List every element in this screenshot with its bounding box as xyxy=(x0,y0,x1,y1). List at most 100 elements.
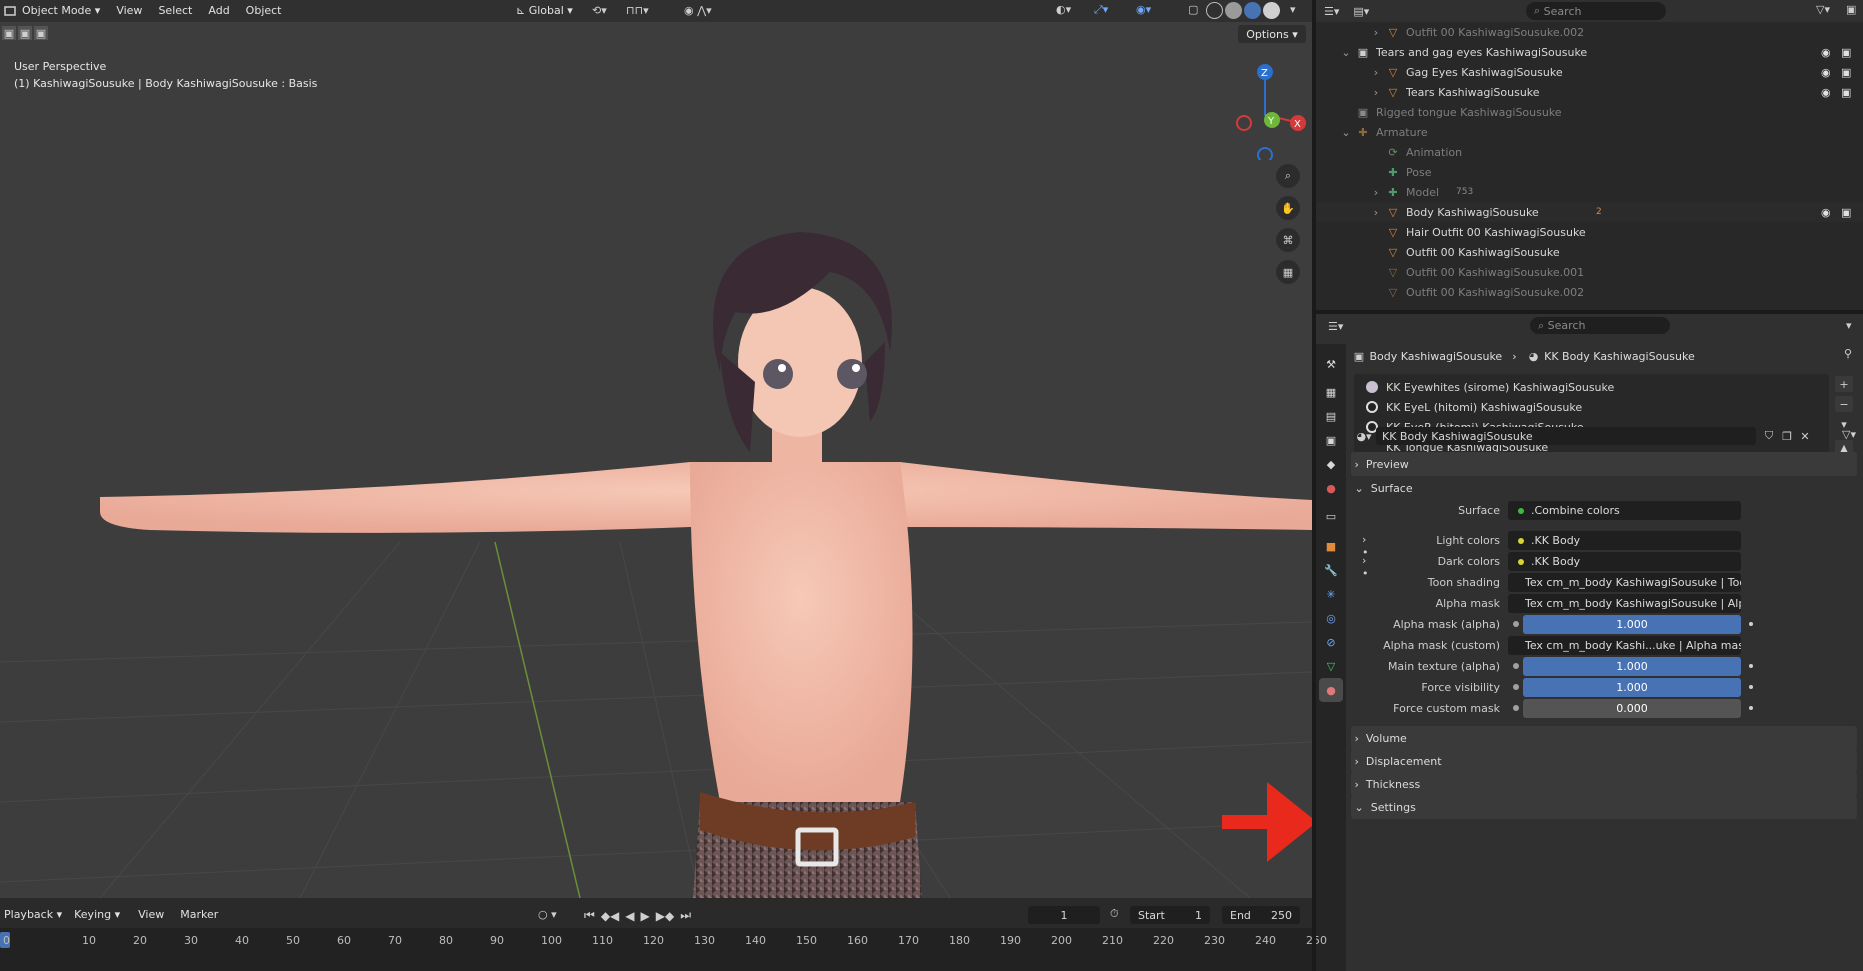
next-keyframe-icon[interactable]: ▶◆ xyxy=(656,909,674,923)
visibility-eye-icon[interactable]: ◉ xyxy=(1821,46,1831,59)
proportional-edit-icon[interactable]: ◉ ⋀▾ xyxy=(684,4,712,17)
pivot-icon[interactable]: ⟲▾ xyxy=(592,4,607,17)
view-layer-tab-icon[interactable]: ▣ xyxy=(1319,428,1343,452)
value-slider[interactable]: 0.000 xyxy=(1523,699,1741,718)
menu-add[interactable]: Add xyxy=(200,0,237,22)
material-slot-row[interactable]: KK EyeL (hitomi) KashiwagiSousuke xyxy=(1358,398,1815,416)
socket-dot-icon[interactable] xyxy=(1513,705,1519,711)
expand-chevron-icon[interactable]: › xyxy=(1370,186,1382,199)
render-camera-icon[interactable]: ▣ xyxy=(1841,46,1851,59)
outliner-row[interactable]: › ▽ Outfit 00 KashiwagiSousuke.002 xyxy=(1316,22,1863,42)
world-tab-icon[interactable]: ● xyxy=(1319,476,1343,500)
outliner-editor-icon[interactable]: ☰▾ xyxy=(1324,5,1339,18)
socket-dot-icon[interactable] xyxy=(1513,621,1519,627)
expand-chevron-icon[interactable]: › xyxy=(1370,206,1382,219)
menu-keying[interactable]: Keying ▾ xyxy=(66,904,128,926)
outliner-row[interactable]: › ▽ Body KashiwagiSousuke 2 ◉ ▣ xyxy=(1316,202,1863,222)
duplicate-material-icon[interactable]: ❐ xyxy=(1778,430,1796,443)
rendered-shading-icon[interactable] xyxy=(1263,2,1280,19)
start-frame-field[interactable]: Start 1 xyxy=(1130,906,1210,924)
current-frame-field[interactable]: 1 xyxy=(1028,906,1100,924)
outliner-row[interactable]: ✚ Pose xyxy=(1316,162,1863,182)
visibility-eye-icon[interactable]: ◉ xyxy=(1821,86,1831,99)
material-name-field[interactable]: KK Body KashiwagiSousuke xyxy=(1376,427,1756,445)
socket-dot-icon[interactable] xyxy=(1513,684,1519,690)
outliner-row[interactable]: ⌄ ▣ Tears and gag eyes KashiwagiSousuke ◉ ▣ xyxy=(1316,42,1863,62)
shading-dropdown-icon[interactable]: ▾ xyxy=(1290,3,1296,16)
outliner-search-input[interactable]: ⌕ Search xyxy=(1526,2,1666,20)
add-slot-icon[interactable]: + xyxy=(1835,376,1853,392)
end-frame-field[interactable]: End 250 xyxy=(1222,906,1300,924)
visibility-eye-icon[interactable]: ◉ xyxy=(1821,206,1831,219)
expand-chevron-icon[interactable]: ⌄ xyxy=(1340,46,1352,59)
browse-material-icon[interactable]: ◕▾ xyxy=(1352,430,1376,443)
overlay-icon[interactable]: ◉▾ xyxy=(1136,3,1151,16)
outliner-row[interactable]: ⟳ Animation xyxy=(1316,142,1863,162)
play-reverse-icon[interactable]: ◀ xyxy=(625,909,634,923)
select-box-icon[interactable]: ▣ xyxy=(2,26,16,40)
wireframe-shading-icon[interactable] xyxy=(1206,2,1223,19)
editor-type-icon[interactable] xyxy=(2,5,18,17)
properties-search-input[interactable]: ⌕ Search xyxy=(1530,317,1670,334)
select-extend-icon[interactable]: ▣ xyxy=(18,26,32,40)
panel-displacement[interactable]: › Displacement xyxy=(1351,749,1857,773)
jump-end-icon[interactable]: ⏭ xyxy=(680,908,691,923)
xray-icon[interactable]: ▢ xyxy=(1188,3,1198,16)
material-shading-icon[interactable] xyxy=(1244,2,1261,19)
pin-icon[interactable]: ⚲ xyxy=(1844,347,1852,360)
gizmo-toggle-icon[interactable]: ⤢▾ xyxy=(1094,3,1108,17)
remove-slot-icon[interactable]: − xyxy=(1835,396,1853,412)
display-mode-icon[interactable]: ▤▾ xyxy=(1353,5,1369,18)
menu-object[interactable]: Object xyxy=(238,0,290,22)
material-link-mode-icon[interactable]: ▽▾ xyxy=(1842,428,1856,441)
3d-viewport[interactable]: User Perspective (1) KashiwagiSousuke | … xyxy=(0,22,1312,898)
keyframe-dot-icon[interactable] xyxy=(1749,685,1753,689)
panel-thickness[interactable]: › Thickness xyxy=(1351,772,1857,796)
grid-ortho-icon[interactable]: ▦ xyxy=(1276,260,1300,284)
expand-chevron-icon[interactable]: › xyxy=(1370,86,1382,99)
new-collection-icon[interactable]: ▣ xyxy=(1846,3,1856,16)
value-slider[interactable]: 1.000 xyxy=(1523,678,1741,697)
expand-chevron-icon[interactable]: › xyxy=(1370,26,1382,39)
options-button[interactable]: Options ▾ xyxy=(1238,25,1306,43)
material-slot-row[interactable]: KK Eyewhites (sirome) KashiwagiSousuke xyxy=(1358,378,1815,396)
solid-shading-icon[interactable] xyxy=(1225,2,1242,19)
properties-options-icon[interactable]: ▾ xyxy=(1846,319,1852,332)
linked-node-field[interactable]: .KK Body xyxy=(1508,552,1741,571)
unlink-material-icon[interactable]: ✕ xyxy=(1796,430,1814,443)
output-tab-icon[interactable]: ▤ xyxy=(1319,404,1343,428)
panel-settings[interactable]: ⌄ Settings xyxy=(1351,795,1857,819)
visibility-eye-icon[interactable]: ◉ xyxy=(1821,66,1831,79)
frame-ruler[interactable]: 0 10 20 30 40 50 60 70 80 90 100 110 120 130 140 150 160… xyxy=(0,928,1327,971)
outliner-row[interactable]: › ▽ Gag Eyes KashiwagiSousuke ◉ ▣ xyxy=(1316,62,1863,82)
render-camera-icon[interactable]: ▣ xyxy=(1841,206,1851,219)
auto-key-icon[interactable]: ○ ▾ xyxy=(538,908,557,921)
zoom-icon[interactable]: ⌕ xyxy=(1276,164,1300,188)
select-subtract-icon[interactable]: ▣ xyxy=(34,26,48,40)
render-camera-icon[interactable]: ▣ xyxy=(1841,66,1851,79)
outliner-row[interactable]: ▽ Outfit 00 KashiwagiSousuke xyxy=(1316,242,1863,262)
scene-tab-icon[interactable]: ◆ xyxy=(1319,452,1343,476)
linked-node-field[interactable]: Tex cm_m_body Kashi...uke | Alpha mask (… xyxy=(1508,636,1741,655)
outliner-row[interactable]: ▽ Outfit 00 KashiwagiSousuke.002 xyxy=(1316,282,1863,302)
expand-chevron-icon[interactable]: ⌄ xyxy=(1340,126,1352,139)
menu-playback[interactable]: Playback ▾ xyxy=(0,904,66,926)
tool-tab-icon[interactable]: ⚒ xyxy=(1319,352,1343,376)
fake-user-icon[interactable]: ⛉ xyxy=(1760,429,1778,443)
linked-node-field[interactable]: .KK Body xyxy=(1508,531,1741,550)
outliner-row[interactable]: › ✚ Model 753 xyxy=(1316,182,1863,202)
menu-timeline-view[interactable]: View xyxy=(128,904,174,926)
mode-select[interactable]: Object Mode ▾ xyxy=(18,0,108,22)
expand-chevron-icon[interactable]: › xyxy=(1370,66,1382,79)
pan-hand-icon[interactable]: ✋ xyxy=(1276,196,1300,220)
linked-node-field[interactable]: .Combine colors xyxy=(1508,501,1741,520)
snap-icon[interactable]: ⊓⊓▾ xyxy=(626,4,649,17)
outliner-row[interactable]: ▣ Rigged tongue KashiwagiSousuke xyxy=(1316,102,1863,122)
panel-surface[interactable]: ⌄ Surface xyxy=(1351,476,1857,500)
render-camera-icon[interactable]: ▣ xyxy=(1841,86,1851,99)
prev-keyframe-icon[interactable]: ◆◀ xyxy=(601,909,619,923)
filter-icon[interactable]: ▽▾ xyxy=(1816,3,1830,16)
area-divider-vertical[interactable] xyxy=(1312,0,1316,971)
panel-preview[interactable]: › Preview xyxy=(1351,452,1857,476)
visibility-icon[interactable]: ◐▾ xyxy=(1056,3,1071,16)
